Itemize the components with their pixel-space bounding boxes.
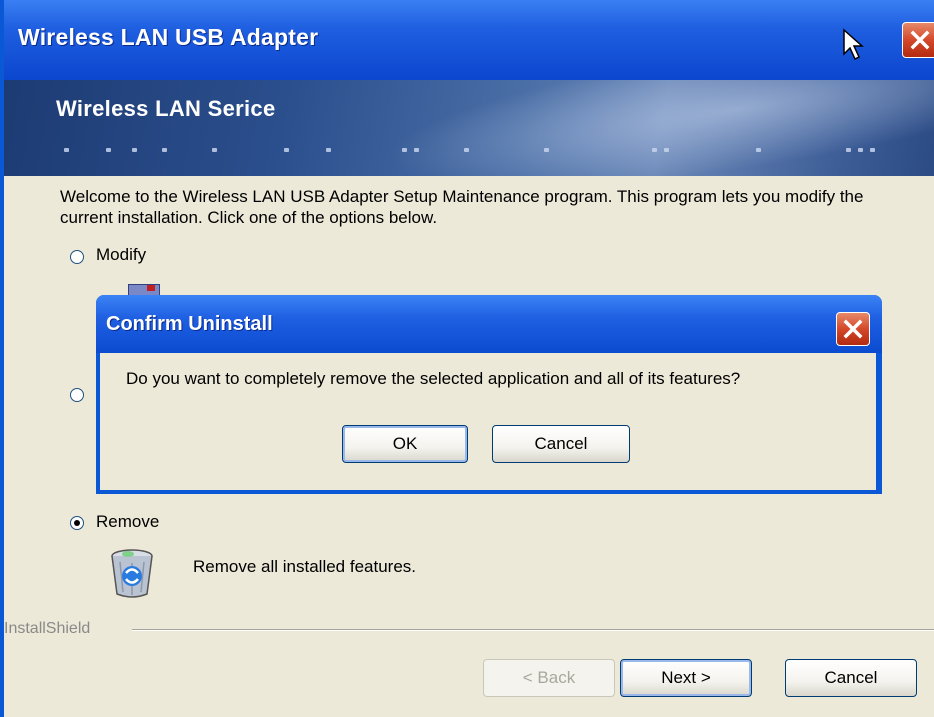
dialog-cancel-button[interactable]: Cancel [492, 425, 630, 463]
back-button[interactable]: < Back [483, 659, 615, 697]
modify-radio[interactable] [70, 250, 84, 264]
banner-title: Wireless LAN Serice [56, 96, 276, 121]
window-title: Wireless LAN USB Adapter [18, 24, 319, 50]
window-titlebar[interactable]: Wireless LAN USB Adapter [4, 0, 934, 80]
dialog-titlebar[interactable]: Confirm Uninstall [96, 295, 882, 353]
dialog-title: Confirm Uninstall [106, 313, 273, 335]
next-button[interactable]: Next > [620, 659, 752, 697]
dialog-body: Do you want to completely remove the sel… [100, 353, 876, 490]
intro-text: Welcome to the Wireless LAN USB Adapter … [60, 187, 864, 227]
banner-swoosh [379, 80, 934, 176]
close-icon [843, 319, 863, 339]
recycle-bin-icon [111, 549, 153, 598]
header-banner: Wireless LAN Serice [4, 80, 934, 176]
remove-label[interactable]: Remove [96, 512, 159, 532]
footer-divider [132, 629, 934, 631]
modify-label[interactable]: Modify [96, 245, 146, 265]
cursor-icon [843, 28, 864, 61]
remove-radio[interactable] [70, 516, 84, 530]
setup-window: Wireless LAN USB Adapter Wireless LAN Se… [0, 0, 934, 717]
confirm-uninstall-dialog: Confirm Uninstall Do you want to complet… [96, 295, 882, 494]
dialog-ok-button[interactable]: OK [342, 425, 468, 463]
close-icon [910, 30, 930, 50]
dialog-message: Do you want to completely remove the sel… [126, 369, 741, 388]
repair-radio[interactable] [70, 388, 84, 402]
window-close-button[interactable] [902, 22, 934, 58]
remove-description: Remove all installed features. [193, 557, 417, 576]
cancel-button[interactable]: Cancel [785, 659, 917, 697]
installshield-brand: InstallShield [4, 620, 91, 637]
dialog-close-button[interactable] [836, 312, 870, 346]
banner-dots [4, 148, 934, 154]
